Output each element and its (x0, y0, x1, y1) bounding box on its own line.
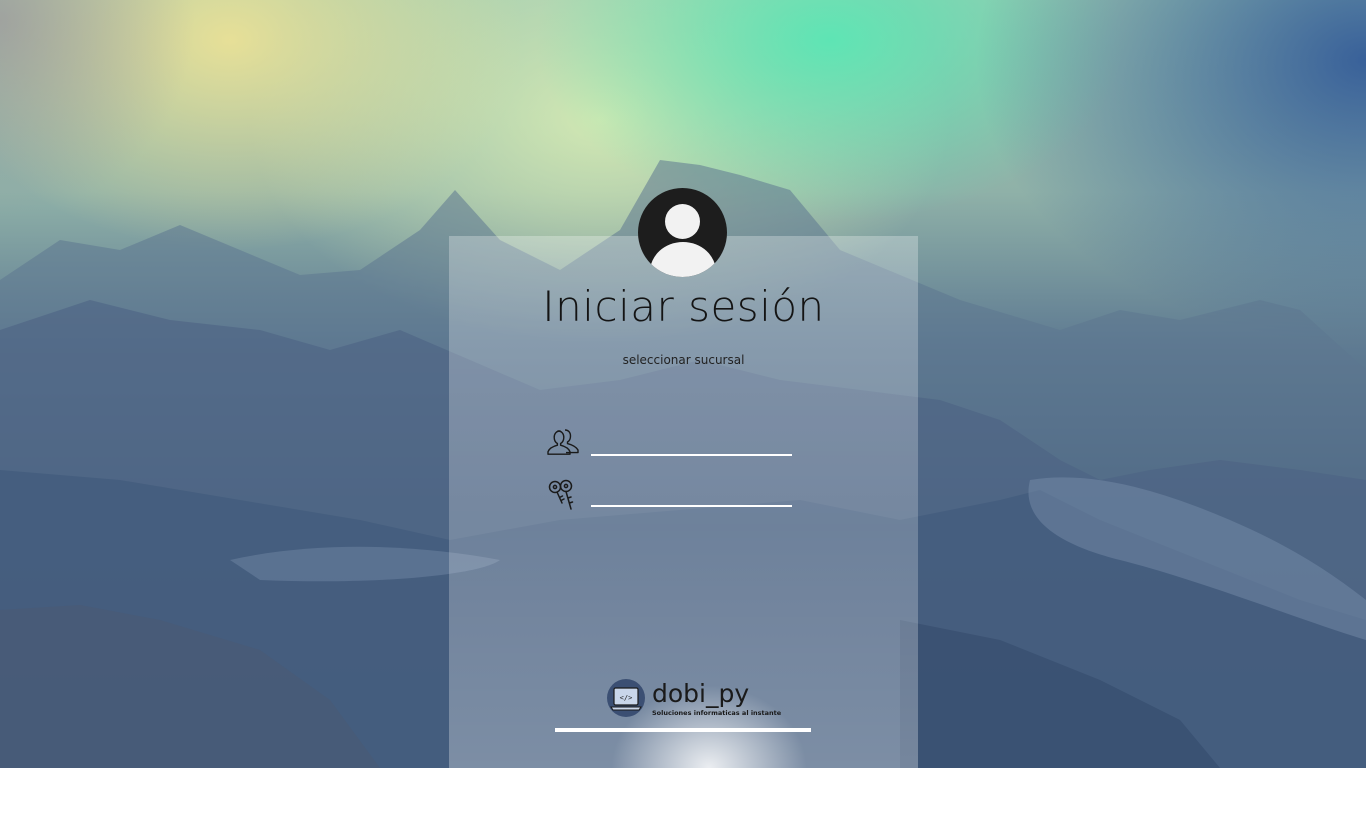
laptop-code-icon: </> (607, 679, 645, 717)
avatar-head (665, 204, 700, 239)
brand-logo: </> dobi_py Soluciones informaticas al i… (606, 678, 781, 720)
username-input[interactable] (591, 432, 792, 456)
brand-name: dobi_py (652, 679, 750, 708)
bottom-divider (555, 728, 811, 732)
svg-text:</>: </> (620, 694, 633, 702)
user-avatar-icon (638, 188, 727, 277)
brand-tagline: Soluciones informaticas al instante (652, 709, 782, 717)
avatar-body (650, 242, 716, 277)
users-icon (547, 429, 579, 455)
branch-selector-link[interactable]: seleccionar sucursal (449, 353, 918, 367)
keys-icon (548, 479, 574, 510)
password-input[interactable] (591, 483, 792, 507)
page-title: Iniciar sesión (542, 282, 825, 331)
